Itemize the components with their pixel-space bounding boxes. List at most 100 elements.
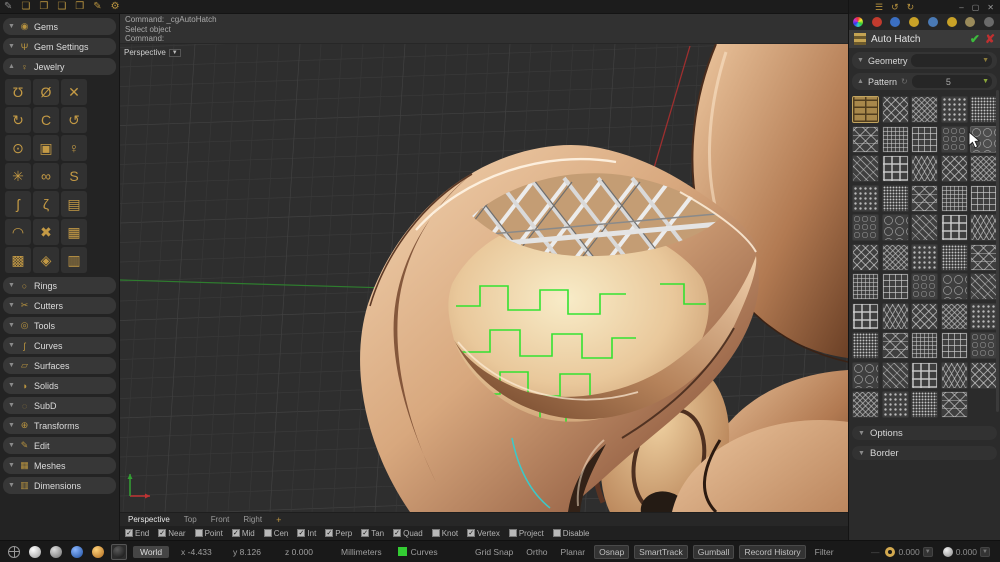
export-file-icon[interactable]: ❒ [75, 1, 84, 12]
pattern-swatch-zig[interactable] [970, 214, 997, 241]
round-ring-button[interactable]: Ø [33, 79, 59, 105]
gem-hoop-button[interactable]: ⊙ [5, 135, 31, 161]
checkbox-icon[interactable] [508, 529, 517, 537]
library-folder-icon[interactable] [909, 17, 920, 27]
toggle-grid-snap[interactable]: Grid Snap [471, 546, 517, 558]
pattern-swatch-zig[interactable] [881, 302, 909, 330]
pattern-swatch-brick[interactable] [852, 96, 879, 123]
arc-band-button[interactable]: ◠ [5, 219, 31, 245]
pendant-bail-button[interactable]: Ʊ [5, 79, 31, 105]
render-wheel-icon[interactable] [853, 17, 863, 27]
annotate-pen-icon[interactable]: ✎ [93, 1, 101, 12]
layer-indicator[interactable]: Curves [397, 547, 438, 557]
sidebar-item-solids[interactable]: ▼ ◑ Solids [3, 377, 116, 394]
toggle-ortho[interactable]: Ortho [522, 546, 551, 558]
options-section-header[interactable]: ▼ Options [852, 426, 997, 440]
sidebar-item-gems[interactable]: ▼ ◉ Gems [3, 18, 116, 35]
osnap-project[interactable]: Project [508, 529, 544, 538]
osnap-knot[interactable]: Knot [431, 529, 458, 538]
confirm-button[interactable]: ✔ [970, 32, 980, 46]
tools-paw-icon[interactable] [965, 17, 976, 27]
pattern-swatch-cross[interactable] [940, 302, 968, 330]
pattern-swatch-noise[interactable] [852, 332, 879, 359]
osnap-end[interactable]: ✓ End [125, 529, 149, 538]
sidebar-item-tools[interactable]: ▼ ◎ Tools [3, 317, 116, 334]
pattern-swatch-honey[interactable] [911, 273, 938, 300]
pattern-swatch-honey[interactable] [852, 214, 879, 241]
pattern-swatch-waffle[interactable] [911, 361, 938, 389]
redo-icon[interactable]: ↻ [907, 2, 915, 13]
sidebar-item-gem-settings[interactable]: ▼ Ψ Gem Settings [3, 38, 116, 55]
osnap-disable[interactable]: Disable [552, 529, 589, 538]
dropdown-arrow-icon[interactable]: ▼ [922, 546, 933, 557]
pattern-swatch-herring[interactable] [911, 214, 938, 241]
metal-weight-meter[interactable]: 0.000 ▼ [885, 546, 933, 557]
cancel-button[interactable]: ✘ [985, 32, 995, 46]
viewport-tab-perspective[interactable]: Perspective [128, 515, 170, 524]
pattern-swatch-cross[interactable] [911, 96, 938, 123]
dropdown-arrow-icon[interactable]: ▼ [982, 57, 989, 64]
display-mode-shaded-icon[interactable] [27, 544, 43, 560]
toggle-gumball[interactable]: Gumball [692, 544, 735, 559]
filter-sliders-icon[interactable]: ☰ [875, 2, 883, 13]
pattern-swatch-lattice[interactable] [852, 125, 879, 153]
pattern-swatch-rings[interactable] [940, 273, 968, 300]
signet-button[interactable]: ♀ [61, 135, 87, 161]
gem-weight-meter[interactable]: 0.000 ▼ [942, 546, 990, 557]
geometry-dropdown[interactable]: ▼ [911, 54, 992, 67]
pattern-swatch-waffle[interactable] [852, 302, 879, 330]
stylus-icon[interactable]: ✎ [4, 1, 12, 12]
chain-links-button[interactable]: ∞ [33, 163, 59, 189]
bezel-setting-button[interactable]: ▣ [33, 135, 59, 161]
sidebar-item-edit[interactable]: ▼ ✎ Edit [3, 437, 116, 454]
sidebar-item-transforms[interactable]: ▼ ⊕ Transforms [3, 417, 116, 434]
pattern-count-dropdown[interactable]: 5 ▼ [911, 75, 992, 88]
pattern-swatch-weave[interactable] [852, 273, 879, 300]
pattern-swatch-dots[interactable] [911, 243, 938, 271]
sidebar-item-rings[interactable]: ▼ ○ Rings [3, 277, 116, 294]
viewport-tab-top[interactable]: Top [184, 515, 197, 524]
panel-scrollbar[interactable] [996, 90, 999, 412]
viewport-tab-front[interactable]: Front [211, 515, 230, 524]
mesh-cell-button[interactable]: ▥ [61, 247, 87, 273]
pattern-swatch-waffle[interactable] [881, 155, 909, 182]
new-document-icon[interactable]: ❏ [21, 1, 30, 12]
sidebar-item-subd[interactable]: ▼ ◌ SubD [3, 397, 116, 414]
pattern-swatch-zig[interactable] [940, 361, 968, 389]
viewport-title[interactable]: Perspective ▼ [124, 48, 181, 57]
materials-icon[interactable] [871, 17, 882, 27]
display-mode-ghosted-icon[interactable] [48, 544, 64, 560]
pattern-swatch-honey[interactable] [970, 332, 997, 359]
pattern-swatch-honey[interactable] [940, 125, 968, 153]
pattern-swatch-noise[interactable] [911, 391, 938, 418]
undo-icon[interactable]: ↺ [891, 2, 899, 13]
snake-coil-button[interactable]: ζ [33, 191, 59, 217]
sidebar-item-jewelry[interactable]: ▲ ♀ Jewelry [3, 58, 116, 75]
pattern-swatch-rings[interactable] [970, 125, 997, 153]
panel-settings-icon[interactable] [983, 17, 994, 27]
sidebar-item-meshes[interactable]: ▼ ▦ Meshes [3, 457, 116, 474]
toggle-osnap[interactable]: Osnap [594, 544, 630, 559]
open-folder-icon[interactable]: ❐ [39, 1, 48, 12]
osnap-mid[interactable]: ✓ Mid [231, 529, 255, 538]
pattern-swatch-lattice[interactable] [970, 243, 997, 271]
osnap-point[interactable]: Point [194, 529, 223, 538]
checkbox-checked-icon[interactable]: ✓ [361, 529, 370, 537]
pattern-swatch-lattice[interactable] [881, 332, 909, 359]
save-file-icon[interactable]: ❑ [57, 1, 66, 12]
double-cross-button[interactable]: ✖ [33, 219, 59, 245]
image-icon[interactable] [927, 17, 938, 27]
pattern-swatch-grid[interactable] [911, 125, 938, 153]
osnap-tan[interactable]: ✓ Tan [361, 529, 384, 538]
pattern-swatch-noise[interactable] [940, 243, 968, 271]
pattern-swatch-rings[interactable] [852, 361, 879, 389]
add-viewport-tab-button[interactable]: + [276, 515, 281, 525]
paint-icon[interactable] [890, 17, 901, 27]
pattern-swatch-diamond[interactable] [911, 302, 938, 330]
settings-gear-icon[interactable]: ⚙ [111, 1, 120, 12]
toggle-smarttrack[interactable]: SmartTrack [634, 544, 688, 559]
3d-scene[interactable] [120, 44, 848, 512]
mesh-noise-button[interactable]: ▩ [5, 247, 31, 273]
pattern-swatch-lattice[interactable] [911, 184, 938, 212]
pattern-swatch-dots[interactable] [852, 184, 879, 212]
